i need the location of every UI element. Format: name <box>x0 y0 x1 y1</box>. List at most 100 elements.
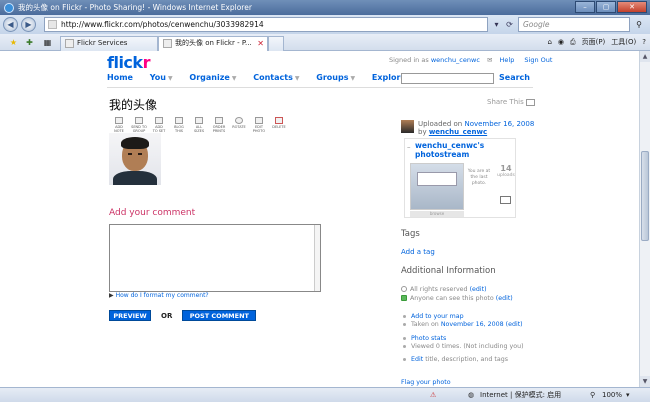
forward-button[interactable]: ▶ <box>21 17 36 32</box>
flickr-search-input[interactable] <box>401 73 494 84</box>
edit-photo-button[interactable]: EDIT PHOTO <box>249 117 269 133</box>
chevron-down-icon[interactable]: ▼ <box>295 75 300 82</box>
add-note-button[interactable]: ADD NOTE <box>109 117 129 133</box>
zoom-level[interactable]: 100% <box>602 390 622 401</box>
back-button[interactable]: ◀ <box>3 17 18 32</box>
print-icon[interactable]: ⎙ <box>570 38 576 47</box>
tab-label: 我的头像 on Flickr - P... <box>175 39 252 47</box>
format-help-link[interactable]: How do I format my comment? <box>116 292 209 299</box>
nav-home[interactable]: Home <box>107 73 133 82</box>
account-links: Signed in as wenchu_cenwc ✉ Help Sign Ou… <box>389 56 552 64</box>
tab-list-icon[interactable]: ▦ <box>42 37 53 48</box>
tab-bar: ★ ✚ ▦ Flickr Services 我的头像 on Flickr - P… <box>0 34 650 51</box>
help-icon[interactable]: ? <box>642 38 646 46</box>
chevron-down-icon[interactable]: ▼ <box>168 75 173 82</box>
add-tag-link[interactable]: Add a tag <box>401 248 435 256</box>
edit-icon <box>255 117 263 124</box>
close-button[interactable]: ✕ <box>617 1 647 13</box>
flickr-logo[interactable]: flickr <box>107 53 150 72</box>
page-scrollbar[interactable]: ▲ ▼ <box>639 51 650 387</box>
zone-status[interactable]: Internet | 保护模式: 启用 <box>480 390 561 401</box>
send-to-group-button[interactable]: SEND TO GROUP <box>129 117 149 133</box>
set-icon <box>155 117 163 124</box>
ie-logo-icon <box>4 2 14 13</box>
post-comment-button[interactable]: POST COMMENT <box>182 310 257 321</box>
search-input[interactable]: Google <box>518 17 630 32</box>
favorites-star-icon[interactable]: ★ <box>8 37 19 48</box>
upload-date-link[interactable]: November 16, 2008 <box>464 120 534 128</box>
collapse-icon[interactable]: – <box>407 143 411 151</box>
tab-photo-page[interactable]: 我的头像 on Flickr - P... ✕ <box>158 36 268 51</box>
tab-flickr-services[interactable]: Flickr Services <box>60 36 158 51</box>
zoom-dropdown-icon[interactable]: ▾ <box>626 390 630 401</box>
rotate-button[interactable]: ROTATE <box>229 117 249 131</box>
stats-row: Photo stats <box>401 335 446 342</box>
owner-link[interactable]: wenchu_cenwc <box>429 128 487 136</box>
prints-icon <box>215 117 223 124</box>
edit-rights-link[interactable]: (edit) <box>470 286 487 293</box>
textarea-scrollbar[interactable] <box>314 225 320 291</box>
all-sizes-button[interactable]: ALL SIZES <box>189 117 209 133</box>
note-icon <box>115 117 123 124</box>
photostream-title[interactable]: wenchu_cenwc's photostream <box>415 141 515 159</box>
edit-details-row: Edit title, description, and tags <box>401 356 508 363</box>
add-favorites-icon[interactable]: ✚ <box>24 37 35 48</box>
browse-link[interactable]: browse <box>410 211 464 217</box>
page-menu[interactable]: 页面(P) <box>582 37 606 47</box>
delete-button[interactable]: DELETE <box>269 117 289 131</box>
add-comment-heading: Add your comment <box>109 208 196 218</box>
logo-text: flick <box>107 53 143 72</box>
scroll-down-icon[interactable]: ▼ <box>640 376 650 387</box>
address-bar: ◀ ▶ http://www.flickr.com/photos/cenwenc… <box>0 15 650 34</box>
photo-stats-link[interactable]: Photo stats <box>411 335 446 342</box>
photostream-thumbnail[interactable] <box>410 163 464 210</box>
help-link[interactable]: Help <box>500 56 515 64</box>
scroll-up-icon[interactable]: ▲ <box>640 51 650 62</box>
comment-textarea[interactable] <box>109 224 321 292</box>
photo-image[interactable] <box>109 133 161 185</box>
scroll-thumb[interactable] <box>641 151 649 241</box>
add-to-set-button[interactable]: ADD TO SET <box>149 117 169 133</box>
main-nav: Home You ▼ Organize ▼ Contacts ▼ Groups ▼ Ex… <box>107 73 427 82</box>
taken-row: Taken on November 16, 2008 (edit) <box>401 321 523 328</box>
zoom-icon[interactable]: ⚲ <box>590 390 595 401</box>
minimize-button[interactable]: – <box>575 1 595 13</box>
nav-contacts[interactable]: Contacts ▼ <box>253 73 299 82</box>
mail-icon[interactable]: ✉ <box>487 56 492 64</box>
chevron-down-icon[interactable]: ▼ <box>232 75 237 82</box>
owner-avatar[interactable] <box>401 120 414 133</box>
home-icon[interactable]: ⌂ <box>547 38 551 46</box>
map-row: Add to your map <box>401 313 464 320</box>
feeds-icon[interactable]: ◉ <box>558 38 564 46</box>
flickr-search-button[interactable]: Search <box>499 73 530 82</box>
order-prints-button[interactable]: ORDER PRINTS <box>209 117 229 133</box>
tags-heading: Tags <box>401 229 420 239</box>
sign-out-link[interactable]: Sign Out <box>524 56 552 64</box>
nav-groups[interactable]: Groups ▼ <box>316 73 355 82</box>
dropdown-arrow-icon[interactable]: ▾ <box>490 18 503 31</box>
search-icon[interactable]: ⚲ <box>632 18 646 31</box>
edit-date-link[interactable]: (edit) <box>506 321 523 328</box>
popup-blocker-icon[interactable]: ⚠ <box>430 390 436 401</box>
preview-button[interactable]: PREVIEW <box>109 310 151 321</box>
edit-details-link[interactable]: Edit <box>411 356 423 363</box>
chevron-down-icon[interactable]: ▼ <box>350 75 355 82</box>
sizes-icon <box>195 117 203 124</box>
share-this-button[interactable]: Share This <box>487 98 535 106</box>
tab-close-icon[interactable]: ✕ <box>257 37 264 50</box>
add-to-map-link[interactable]: Add to your map <box>411 313 464 320</box>
blog-this-button[interactable]: BLOG THIS <box>169 117 189 133</box>
url-input[interactable]: http://www.flickr.com/photos/cenwenchu/3… <box>44 17 488 32</box>
tools-menu[interactable]: 工具(O) <box>611 37 636 47</box>
nav-organize[interactable]: Organize ▼ <box>189 73 236 82</box>
flag-photo-link[interactable]: Flag your photo <box>401 379 451 386</box>
taken-date-link[interactable]: November 16, 2008 <box>441 321 504 328</box>
new-tab-button[interactable] <box>268 36 284 51</box>
username-link[interactable]: wenchu_cenwc <box>431 56 480 64</box>
edit-visibility-link[interactable]: (edit) <box>496 295 513 302</box>
nav-you[interactable]: You ▼ <box>150 73 173 82</box>
photostream-box: – wenchu_cenwc's photostream You are at … <box>404 138 516 218</box>
maximize-button[interactable]: ▢ <box>596 1 616 13</box>
slideshow-icon[interactable] <box>500 196 511 204</box>
refresh-icon[interactable]: ⟳ <box>503 18 516 31</box>
